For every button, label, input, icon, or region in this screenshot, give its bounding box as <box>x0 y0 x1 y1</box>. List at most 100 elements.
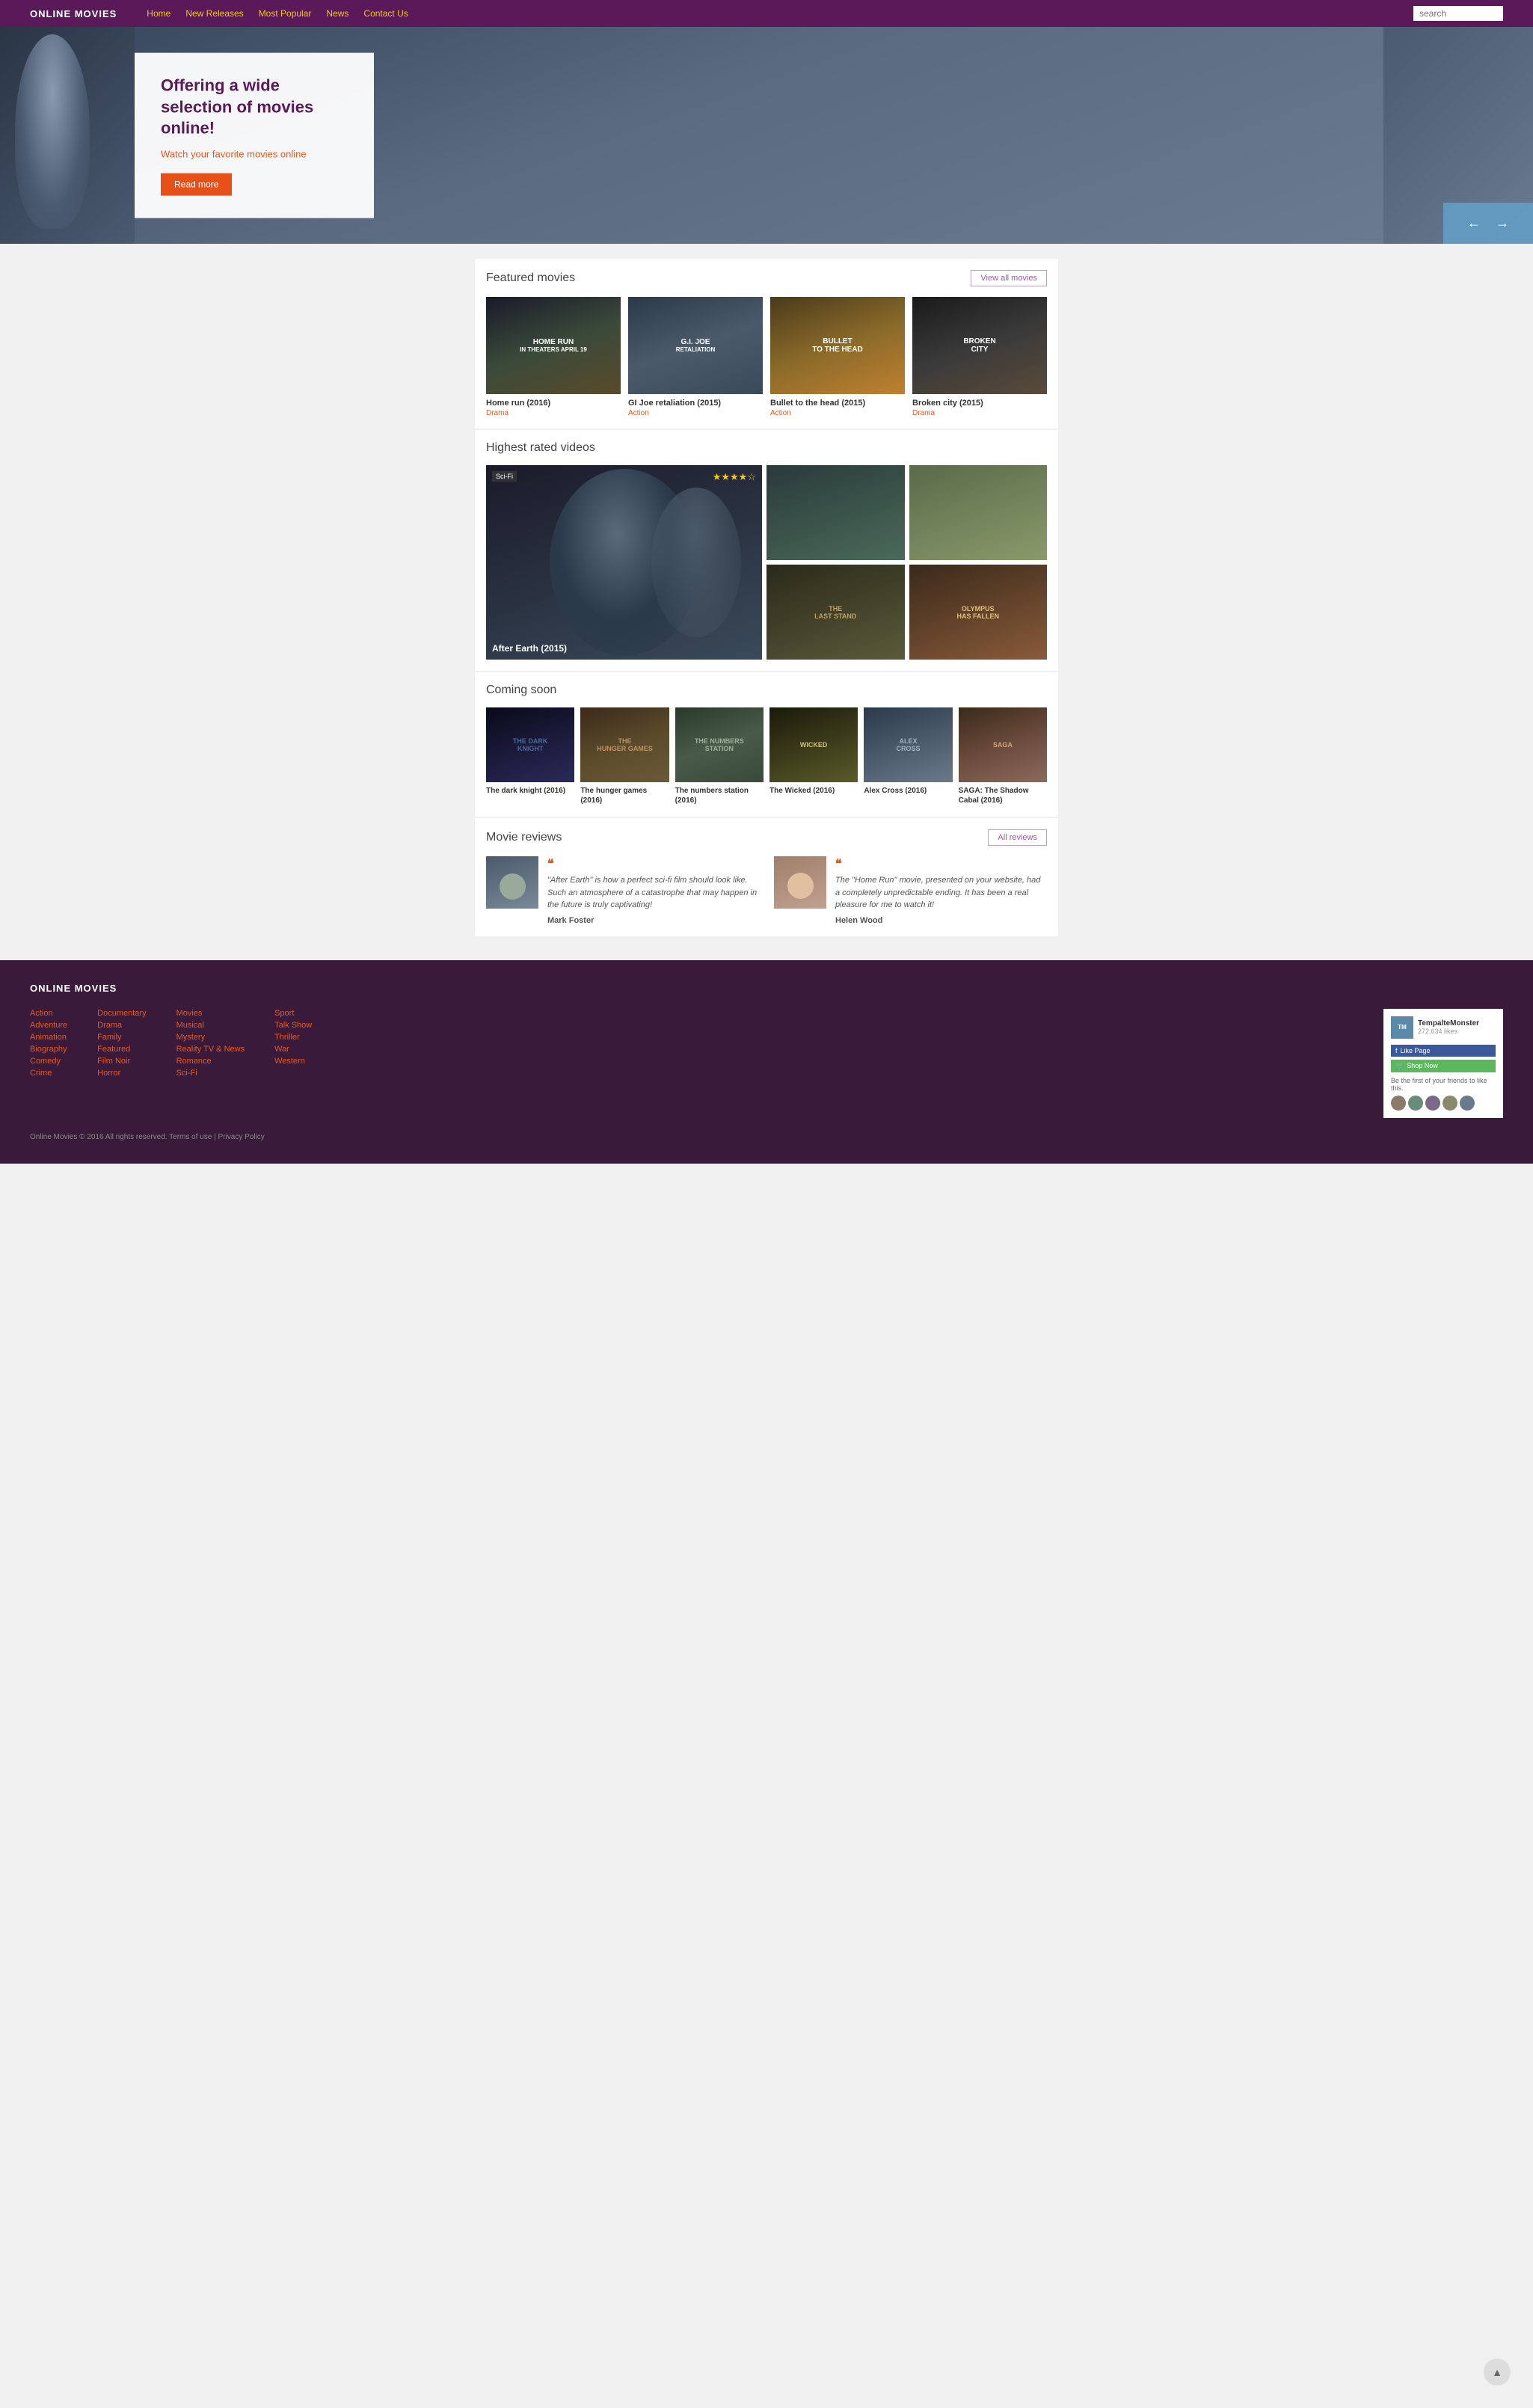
footer-link-thriller[interactable]: Thriller <box>274 1033 312 1042</box>
nav-contact[interactable]: Contact Us <box>363 8 408 19</box>
footer-link-talk-show[interactable]: Talk Show <box>274 1021 312 1030</box>
footer-link-film-noir[interactable]: Film Noir <box>97 1057 146 1066</box>
hero-prev-button[interactable]: ← <box>1467 215 1481 231</box>
search-input[interactable] <box>1413 6 1503 21</box>
rated-title-overlay: After Earth (2015) <box>492 643 567 654</box>
coming-title-0: The dark knight (2016) <box>486 786 574 796</box>
footer-link-movies[interactable]: Movies <box>176 1009 245 1018</box>
footer-link-reality[interactable]: Reality TV & News <box>176 1045 245 1054</box>
movie-card-gijoe[interactable]: G.I. JOERETALIATION GI Joe retaliation (… <box>628 297 763 417</box>
scroll-to-top-button[interactable]: ▲ <box>1484 2359 1511 2386</box>
footer-links: Action Adventure Animation Biography Com… <box>30 1009 1383 1118</box>
coming-card-2[interactable]: THE NUMBERSSTATION The numbers station (… <box>675 707 764 805</box>
footer-link-musical[interactable]: Musical <box>176 1021 245 1030</box>
footer-link-scifi[interactable]: Sci-Fi <box>176 1069 245 1078</box>
nav-new-releases[interactable]: New Releases <box>185 8 243 19</box>
review-text-0: "After Earth" is how a perfect sci-fi fi… <box>547 874 759 912</box>
review-content-0: ❝ "After Earth" is how a perfect sci-fi … <box>547 856 759 925</box>
footer-link-western[interactable]: Western <box>274 1057 312 1066</box>
view-all-movies-button[interactable]: View all movies <box>971 270 1047 286</box>
footer-link-featured[interactable]: Featured <box>97 1045 146 1054</box>
highest-rated-header: Highest rated videos <box>486 441 1047 455</box>
nav-home[interactable]: Home <box>147 8 170 19</box>
coming-poster-5: SAGA <box>959 707 1047 782</box>
footer-link-action[interactable]: Action <box>30 1009 67 1018</box>
footer: ONLINE MOVIES Action Adventure Animation… <box>0 960 1533 1164</box>
footer-link-crime[interactable]: Crime <box>30 1069 67 1078</box>
footer-link-war[interactable]: War <box>274 1045 312 1054</box>
coming-card-3[interactable]: WICKED The Wicked (2016) <box>769 707 858 805</box>
featured-movies-grid: HOME RUNIN THEATERS APRIL 19 Home run (2… <box>486 297 1047 417</box>
footer-link-adventure[interactable]: Adventure <box>30 1021 67 1030</box>
coming-card-0[interactable]: THE DARKKNIGHT The dark knight (2016) <box>486 707 574 805</box>
coming-title-1: The hunger games (2016) <box>580 786 669 805</box>
rated-large-card[interactable]: Sci-Fi ★★★★☆ After Earth (2015) Sci-Fi ★… <box>486 465 762 660</box>
hero-section: Offering a wide selection of movies onli… <box>0 27 1533 244</box>
movie-title-bullet: Bullet to the head (2015) <box>770 399 905 408</box>
review-card-0: ❝ "After Earth" is how a perfect sci-fi … <box>486 856 759 925</box>
coming-card-5[interactable]: SAGA SAGA: The Shadow Cabal (2016) <box>959 707 1047 805</box>
movie-genre-homerun: Drama <box>486 409 621 417</box>
nav-news[interactable]: News <box>326 8 348 19</box>
footer-copyright: Online Movies © 2016 All rights reserved… <box>30 1133 1503 1141</box>
highest-rated-title: Highest rated videos <box>486 441 595 455</box>
movie-title-homerun: Home run (2016) <box>486 399 621 408</box>
shop-now-bar[interactable]: 🛒 Shop Now <box>1391 1060 1496 1072</box>
footer-col-3: Sport Talk Show Thriller War Western <box>274 1009 312 1118</box>
footer-col-2: Movies Musical Mystery Reality TV & News… <box>176 1009 245 1118</box>
hero-read-more-button[interactable]: Read more <box>161 173 232 195</box>
featured-header: Featured movies View all movies <box>486 270 1047 286</box>
main-nav: Home New Releases Most Popular News Cont… <box>147 8 1413 19</box>
coming-title-2: The numbers station (2016) <box>675 786 764 805</box>
footer-link-family[interactable]: Family <box>97 1033 146 1042</box>
footer-link-comedy[interactable]: Comedy <box>30 1057 67 1066</box>
rated-small-card-2[interactable] <box>909 465 1048 560</box>
shop-label: Shop Now <box>1407 1062 1438 1069</box>
review-author-0: Mark Foster <box>547 916 759 925</box>
coming-title-3: The Wicked (2016) <box>769 786 858 796</box>
footer-widget-brand: TempalteMonster 272,634 likes <box>1418 1019 1479 1035</box>
footer-col-1: Documentary Drama Family Featured Film N… <box>97 1009 146 1118</box>
review-avatar-1 <box>774 856 826 909</box>
footer-link-romance[interactable]: Romance <box>176 1057 245 1066</box>
coming-title-4: Alex Cross (2016) <box>864 786 952 796</box>
coming-soon-title: Coming soon <box>486 684 556 697</box>
scroll-top-icon: ▲ <box>1492 2366 1502 2378</box>
footer-link-mystery[interactable]: Mystery <box>176 1033 245 1042</box>
featured-section: Featured movies View all movies HOME RUN… <box>475 259 1058 429</box>
footer-link-documentary[interactable]: Documentary <box>97 1009 146 1018</box>
movie-poster-broken: BROKENCITY <box>912 297 1047 394</box>
movie-card-broken[interactable]: BROKENCITY Broken city (2015) Drama <box>912 297 1047 417</box>
footer-logo: ONLINE MOVIES <box>30 983 1503 994</box>
rated-small-card-3[interactable]: THELAST STAND <box>766 565 905 660</box>
review-quote-icon-0: ❝ <box>547 858 554 870</box>
hero-title: Offering a wide selection of movies onli… <box>161 76 348 140</box>
rated-stars-overlay: ★★★★☆ <box>713 471 756 483</box>
fb-icon: f <box>1395 1047 1398 1054</box>
all-reviews-button[interactable]: All reviews <box>988 829 1047 846</box>
rated-small-card-1[interactable]: ★★★★★ <box>766 465 905 560</box>
hero-next-button[interactable]: → <box>1496 215 1509 231</box>
footer-link-drama[interactable]: Drama <box>97 1021 146 1030</box>
poster-text-homerun: HOME RUNIN THEATERS APRIL 19 <box>486 297 621 394</box>
footer-link-horror[interactable]: Horror <box>97 1069 146 1078</box>
coming-card-1[interactable]: THEHUNGER GAMES The hunger games (2016) <box>580 707 669 805</box>
footer-link-sport[interactable]: Sport <box>274 1009 312 1018</box>
footer-link-animation[interactable]: Animation <box>30 1033 67 1042</box>
coming-card-4[interactable]: ALEXCROSS Alex Cross (2016) <box>864 707 952 805</box>
main-content: Featured movies View all movies HOME RUN… <box>475 244 1058 953</box>
movie-genre-broken: Drama <box>912 409 1047 417</box>
rated-small-card-4[interactable]: OLYMPUSHAS FALLEN <box>909 565 1048 660</box>
shop-icon: 🛒 <box>1395 1062 1404 1070</box>
mini-avatar-5 <box>1460 1096 1475 1111</box>
nav-most-popular[interactable]: Most Popular <box>259 8 312 19</box>
footer-link-biography[interactable]: Biography <box>30 1045 67 1054</box>
rated-genre-label-overlay: Sci-Fi <box>492 471 517 482</box>
hero-face-left <box>0 27 135 244</box>
movie-card-homerun[interactable]: HOME RUNIN THEATERS APRIL 19 Home run (2… <box>486 297 621 417</box>
review-avatar-0 <box>486 856 538 909</box>
widget-friends-text: Be the first of your friends to like thi… <box>1391 1077 1496 1092</box>
facebook-like-bar[interactable]: f Like Page <box>1391 1045 1496 1057</box>
movie-card-bullet[interactable]: BULLETTO THE HEAD Bullet to the head (20… <box>770 297 905 417</box>
poster-text-bullet: BULLETTO THE HEAD <box>770 297 905 394</box>
